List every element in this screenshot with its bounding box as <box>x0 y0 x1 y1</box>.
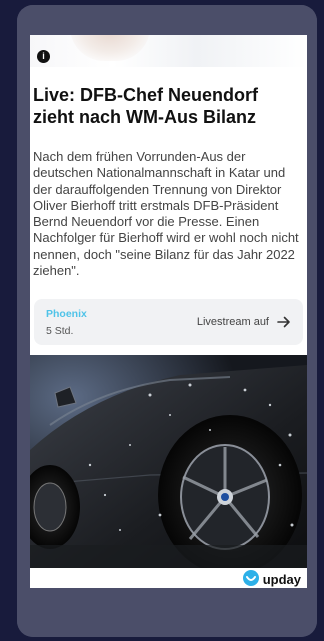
hero-image-figure <box>70 35 150 61</box>
upday-logo-text: upday <box>262 572 301 587</box>
source-time: 5 Std. <box>46 325 74 337</box>
panel-top-strip <box>17 5 317 35</box>
arrow-right-icon <box>277 316 291 328</box>
source-box[interactable]: Phoenix 5 Std. Livestream auf <box>34 299 303 345</box>
article-body: Nach dem frühen Vorrunden-Aus der deutsc… <box>33 149 299 279</box>
news-card[interactable]: i Live: DFB-Chef Neuendorf zieht nach WM… <box>30 35 307 588</box>
article-headline[interactable]: Live: DFB-Chef Neuendorf zieht nach WM-A… <box>33 84 303 128</box>
widget-panel: i Live: DFB-Chef Neuendorf zieht nach WM… <box>17 5 317 637</box>
source-name: Phoenix <box>46 308 87 320</box>
info-icon[interactable]: i <box>37 50 50 63</box>
hero-image-top <box>30 35 307 67</box>
livestream-link[interactable]: Livestream auf <box>197 316 291 328</box>
advertisement-car-image[interactable] <box>30 355 307 568</box>
upday-logo-icon <box>242 570 259 588</box>
upday-bar: upday <box>30 568 307 588</box>
livestream-link-label: Livestream auf <box>196 316 269 328</box>
panel-bottom-area <box>17 588 317 637</box>
upday-logo[interactable]: upday <box>242 570 301 588</box>
